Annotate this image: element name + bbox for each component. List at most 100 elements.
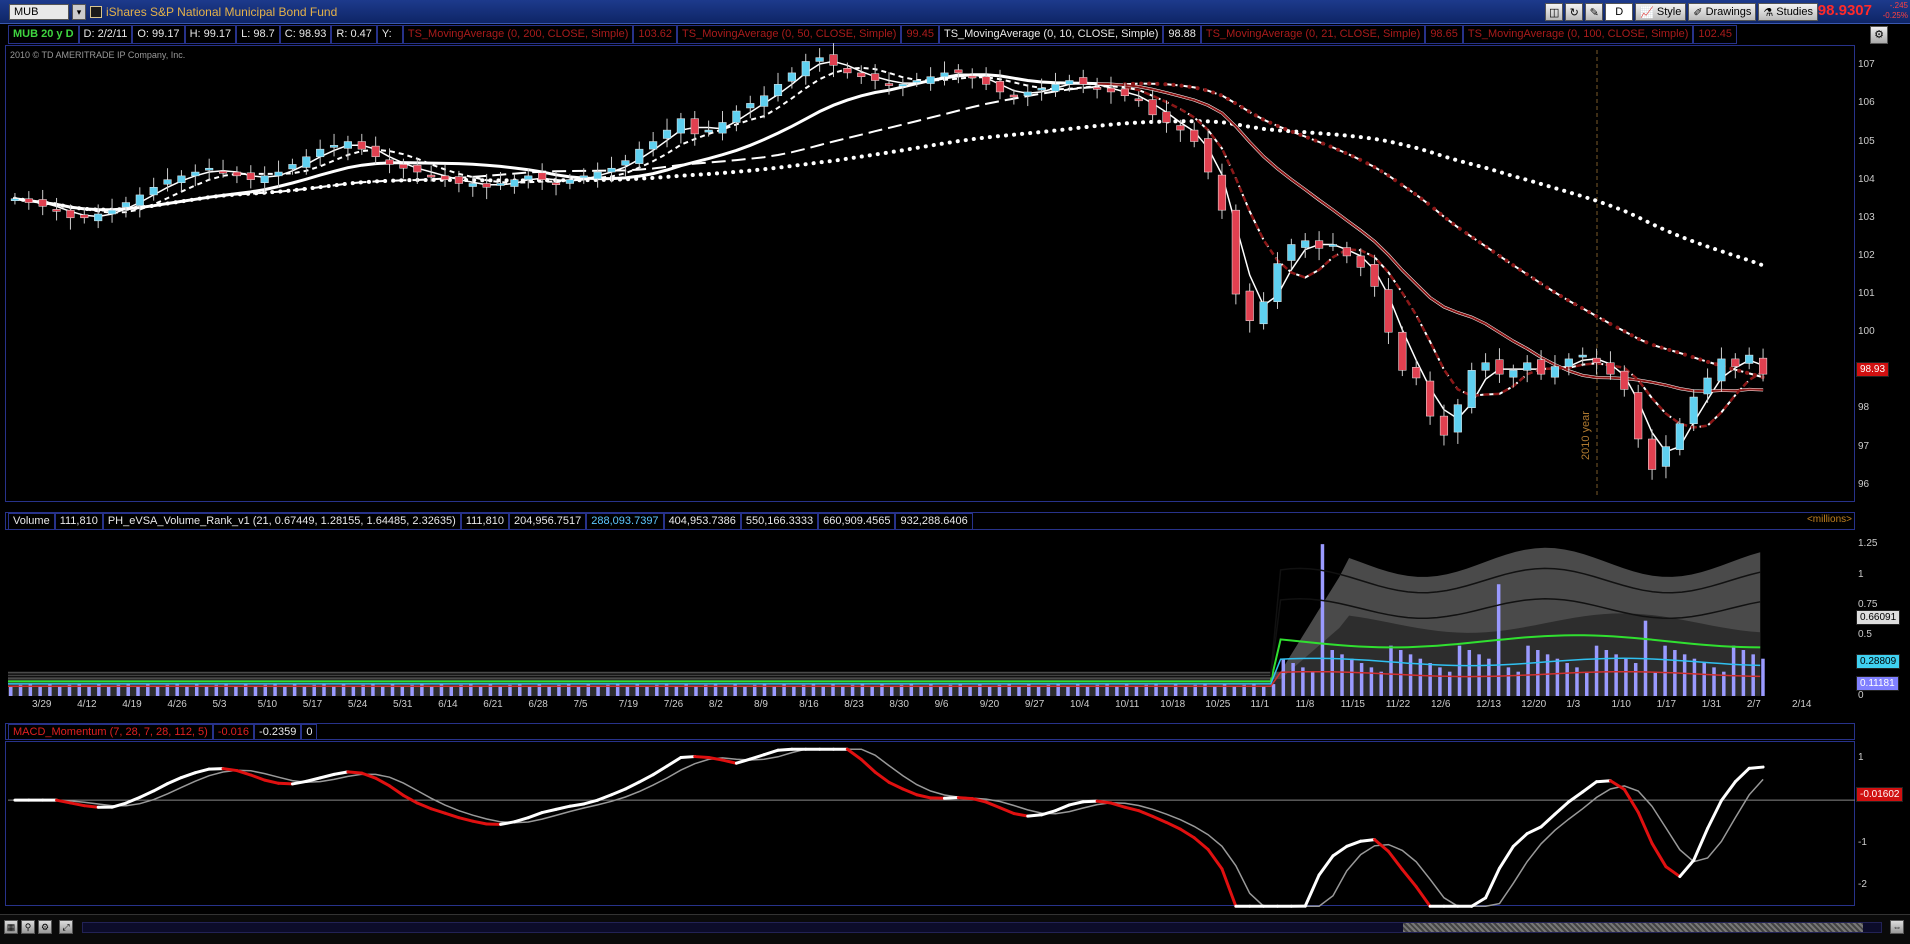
candle-body — [815, 57, 824, 62]
macd-line-segment — [1192, 836, 1210, 851]
candle-body — [1037, 87, 1046, 91]
ma200-line — [12, 119, 1766, 268]
volume-bar — [694, 686, 698, 696]
volume-bar — [351, 686, 356, 696]
date-axis-tick: 7/5 — [573, 699, 588, 710]
candle-body — [1592, 357, 1601, 363]
candle-body — [801, 61, 810, 77]
macd-line-segment — [1400, 868, 1418, 889]
volume-bar — [136, 685, 140, 696]
macd-line-segment — [998, 806, 1016, 816]
macd-line-segment — [1053, 803, 1071, 813]
date-axis-tick: 7/26 — [663, 699, 684, 710]
volume-bar — [1731, 645, 1736, 696]
candle-body — [1495, 359, 1504, 375]
macd-line-segment — [290, 779, 308, 786]
candle-body — [1634, 392, 1643, 440]
candle-body — [1384, 289, 1393, 333]
volume-bar — [664, 683, 669, 696]
macd-line-segment — [1733, 766, 1751, 784]
candle-body — [1273, 263, 1282, 302]
volume-bar — [1213, 685, 1217, 696]
date-axis-tick: 11/1 — [1250, 699, 1270, 710]
volume-bar — [1359, 663, 1364, 696]
volume-bar — [322, 683, 326, 696]
date-axis-tick: 6/28 — [528, 699, 548, 710]
volume-bar — [1692, 658, 1697, 696]
date-axis-tick: 4/26 — [167, 699, 187, 710]
fit-icon[interactable]: ⇔ — [1890, 920, 1904, 934]
volume-bar — [1555, 658, 1560, 696]
volume-bar — [772, 685, 777, 696]
volume-bar — [566, 683, 571, 696]
volume-bar — [1056, 683, 1060, 696]
volume-bar — [155, 686, 160, 696]
macd-line-segment — [401, 793, 419, 805]
candle-body — [232, 171, 241, 177]
chart-scrollbar[interactable] — [82, 922, 1882, 933]
volume-bar — [253, 686, 258, 696]
volume-bar — [1164, 685, 1168, 696]
price-axis-tick: 100 — [1858, 326, 1875, 338]
candle-body — [1120, 88, 1129, 97]
volume-bar — [909, 683, 914, 696]
bottom-toolbar: ▦ ⚲ ⚙ ⤢ ⇔ — [0, 914, 1910, 944]
volume-tag-gray: 0.66091 — [1856, 610, 1901, 625]
candle-body — [773, 84, 783, 97]
volume-bar — [1457, 645, 1462, 696]
macd-line-segment — [762, 748, 780, 757]
macd-line-segment — [1747, 765, 1765, 770]
candle-body — [24, 198, 33, 203]
zoom-icon[interactable]: ⚲ — [21, 920, 35, 934]
volume-bar — [1085, 686, 1090, 696]
volume-bar — [1105, 683, 1109, 696]
date-axis-tick: 1/31 — [1701, 699, 1722, 710]
volume-axis-tick: 0.5 — [1858, 629, 1872, 641]
macd-line-segment — [263, 778, 281, 785]
candle-body — [1245, 290, 1254, 322]
macd-line-segment — [540, 807, 558, 815]
volume-bar — [1369, 667, 1374, 696]
expand-icon[interactable]: ⤢ — [59, 920, 73, 934]
macd-line-segment — [1151, 814, 1168, 824]
volume-bar — [332, 685, 336, 696]
macd-line-segment — [1206, 847, 1224, 871]
price-axis-tick: 101 — [1858, 288, 1875, 300]
macd-line-segment — [1095, 799, 1113, 805]
volume-bar — [1350, 658, 1354, 696]
volume-bar — [1565, 663, 1569, 696]
volume-bar — [77, 683, 82, 696]
price-axis-tick: 106 — [1858, 97, 1875, 109]
candle-body — [510, 179, 519, 187]
macd-line-segment — [693, 755, 711, 760]
volume-bar — [185, 685, 189, 696]
volume-bar — [1261, 685, 1266, 696]
date-axis-tick: 4/12 — [77, 699, 97, 710]
price-axis-tick: 96 — [1858, 478, 1870, 490]
chart-canvas[interactable] — [0, 0, 1910, 944]
macd-line-segment — [1692, 826, 1710, 862]
date-axis-tick: 3/29 — [32, 699, 52, 710]
candle-body — [427, 174, 436, 178]
macd-axis-tick: -1 — [1858, 836, 1867, 848]
candle-body — [1620, 370, 1629, 390]
candle-body — [1564, 358, 1573, 367]
candle-body — [565, 179, 574, 184]
candle-body — [857, 72, 866, 77]
candle-body — [121, 202, 130, 208]
macd-line-segment — [1359, 838, 1377, 843]
macd-line-segment — [193, 767, 211, 775]
pan-icon[interactable]: ⚙ — [38, 920, 52, 934]
macd-line-segment — [1331, 844, 1349, 858]
candle-body — [1204, 138, 1213, 173]
volume-bar — [821, 685, 825, 696]
volume-bar — [1115, 685, 1119, 696]
candle-body — [1550, 366, 1560, 378]
macd-line-segment — [318, 772, 336, 780]
macd-axis-tick: 1 — [1858, 751, 1864, 763]
grid-icon[interactable]: ▦ — [4, 920, 18, 934]
scrollbar-thumb[interactable] — [1403, 923, 1863, 932]
volume-bar — [743, 686, 747, 696]
volume-bar — [1310, 671, 1315, 696]
candle-body — [1231, 209, 1240, 295]
